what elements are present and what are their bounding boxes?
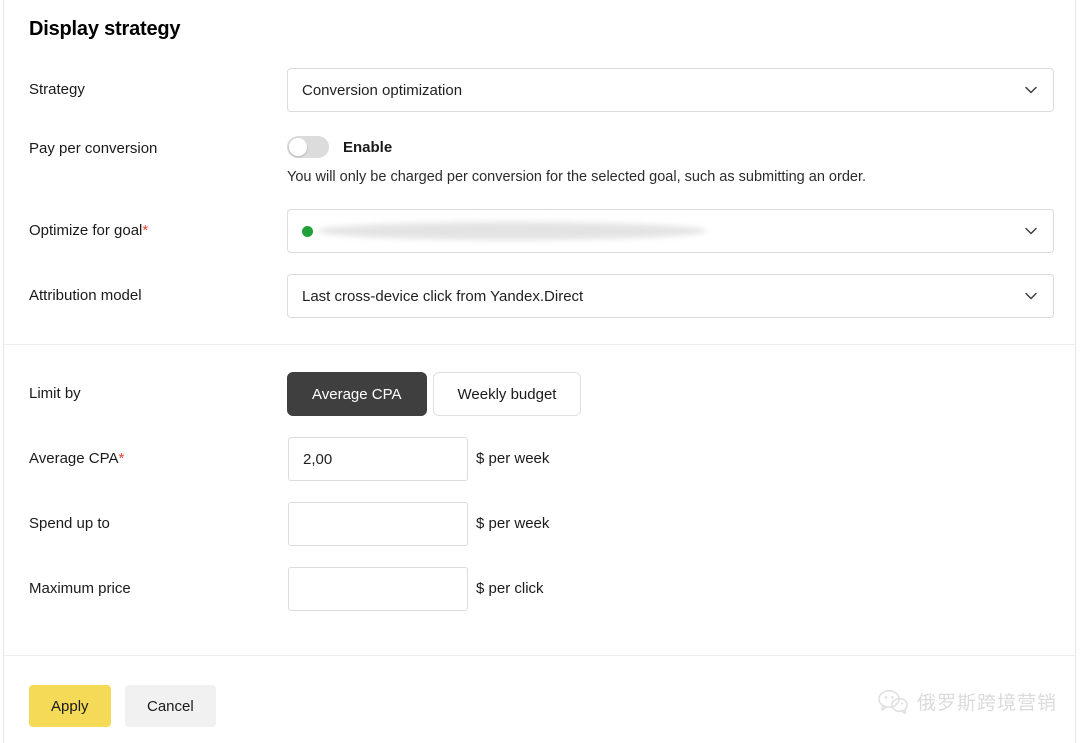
goal-status-dot: [302, 226, 313, 237]
row-spend-up-to: Spend up to $ per week: [4, 502, 1075, 546]
page-title: Display strategy: [29, 18, 180, 41]
wechat-icon: [878, 689, 908, 715]
label-strategy: Strategy: [29, 81, 85, 98]
watermark: 俄罗斯跨境营销: [878, 688, 1057, 715]
pay-per-conversion-toggle[interactable]: [287, 136, 329, 158]
spend-up-to-input[interactable]: [288, 502, 468, 546]
limit-by-option-weekly-budget[interactable]: Weekly budget: [433, 372, 582, 416]
row-pay-per-conversion: Pay per conversion Enable You will only …: [4, 138, 1075, 198]
label-limit-by: Limit by: [29, 385, 81, 402]
strategy-select-value: Conversion optimization: [302, 82, 1015, 99]
chevron-down-icon: [1023, 288, 1039, 304]
row-attribution-model: Attribution model Last cross-device clic…: [4, 274, 1075, 318]
apply-button[interactable]: Apply: [29, 685, 111, 727]
label-average-cpa-text: Average CPA: [29, 450, 119, 467]
row-strategy: Strategy Conversion optimization: [4, 68, 1075, 112]
cancel-button[interactable]: Cancel: [125, 685, 216, 727]
limit-by-option-average-cpa[interactable]: Average CPA: [287, 372, 427, 416]
toggle-knob: [289, 138, 307, 156]
attribution-model-select-value: Last cross-device click from Yandex.Dire…: [302, 288, 1015, 305]
label-attribution-model: Attribution model: [29, 287, 142, 304]
maximum-price-input[interactable]: [288, 567, 468, 611]
display-strategy-panel: Display strategy Strategy Conversion opt…: [3, 0, 1076, 743]
required-asterisk: *: [119, 450, 125, 467]
label-optimize-for-goal: Optimize for goal*: [29, 222, 148, 239]
toggle-label-enable: Enable: [343, 139, 392, 156]
required-asterisk: *: [142, 222, 148, 239]
optimize-for-goal-select[interactable]: [287, 209, 1054, 253]
goal-blurred-text: [317, 222, 707, 240]
optimize-for-goal-value-redacted: [302, 210, 1015, 252]
label-average-cpa: Average CPA*: [29, 450, 124, 467]
row-optimize-for-goal: Optimize for goal*: [4, 209, 1075, 253]
pay-per-conversion-hint: You will only be charged per conversion …: [287, 169, 866, 185]
row-limit-by: Limit by Average CPA Weekly budget: [4, 372, 1075, 416]
strategy-select[interactable]: Conversion optimization: [287, 68, 1054, 112]
label-spend-up-to: Spend up to: [29, 515, 110, 532]
watermark-text: 俄罗斯跨境营销: [917, 688, 1057, 715]
row-maximum-price: Maximum price $ per click: [4, 567, 1075, 611]
average-cpa-suffix: $ per week: [476, 450, 549, 467]
chevron-down-icon: [1023, 223, 1039, 239]
section-divider-top: [4, 344, 1075, 345]
attribution-model-select[interactable]: Last cross-device click from Yandex.Dire…: [287, 274, 1054, 318]
chevron-down-icon: [1023, 82, 1039, 98]
section-divider-bottom: [4, 655, 1075, 656]
label-pay-per-conversion: Pay per conversion: [29, 140, 157, 157]
spend-up-to-suffix: $ per week: [476, 515, 549, 532]
maximum-price-suffix: $ per click: [476, 580, 544, 597]
label-optimize-for-goal-text: Optimize for goal: [29, 222, 142, 239]
row-average-cpa: Average CPA* $ per week: [4, 437, 1075, 481]
average-cpa-input[interactable]: [288, 437, 468, 481]
limit-by-segmented-control: Average CPA Weekly budget: [287, 372, 581, 416]
label-maximum-price: Maximum price: [29, 580, 131, 597]
pay-per-conversion-toggle-group[interactable]: Enable: [287, 136, 392, 158]
